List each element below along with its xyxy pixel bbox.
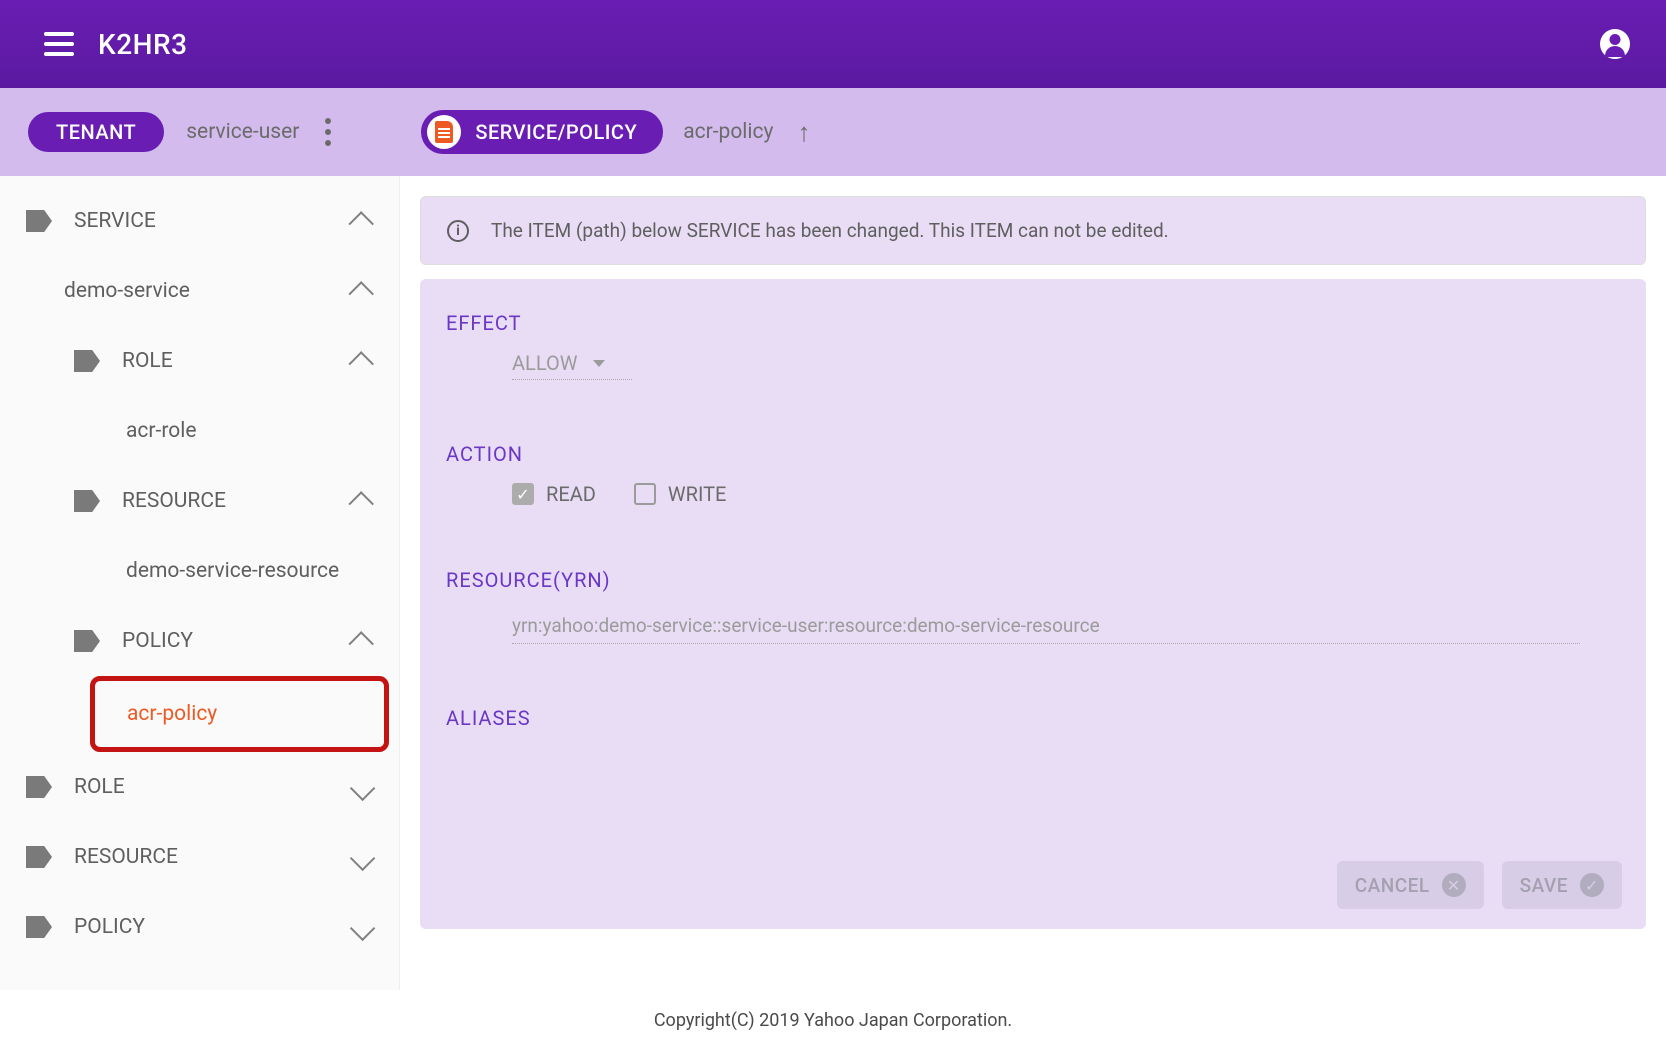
breadcrumb-chip-label: SERVICE/POLICY	[475, 120, 637, 144]
label-icon	[26, 916, 52, 938]
checkbox-icon: ✓	[512, 483, 534, 505]
sidebar-item-role[interactable]: ROLE	[0, 752, 399, 822]
checkbox-read[interactable]: ✓ READ	[512, 482, 596, 506]
cancel-button[interactable]: CANCEL ✕	[1337, 861, 1484, 909]
tenant-name: service-user	[186, 120, 299, 144]
label-icon	[74, 490, 100, 512]
form-panel: EFFECT ALLOW ACTION ✓ READ WRITE	[420, 279, 1646, 929]
menu-icon[interactable]	[44, 32, 74, 56]
sidebar-item-acr-role[interactable]: acr-role	[0, 396, 399, 466]
label-icon	[74, 350, 100, 372]
sidebar-item-acr-policy[interactable]: acr-policy	[90, 676, 389, 752]
breadcrumb-chip[interactable]: SERVICE/POLICY	[421, 110, 663, 154]
info-icon: i	[447, 220, 469, 242]
close-icon: ✕	[1442, 873, 1466, 897]
checkbox-icon	[634, 483, 656, 505]
sidebar-item-demo-service[interactable]: demo-service	[0, 256, 399, 326]
effect-select[interactable]: ALLOW	[512, 351, 632, 380]
sidebar-item-role-sub[interactable]: ROLE	[0, 326, 399, 396]
save-button[interactable]: SAVE ✓	[1502, 861, 1622, 909]
sidebar-item-policy-sub[interactable]: POLICY	[0, 606, 399, 676]
sidebar-item-service[interactable]: SERVICE	[0, 186, 399, 256]
dropdown-icon	[593, 360, 605, 367]
sidebar-item-demo-resource[interactable]: demo-service-resource	[0, 536, 399, 606]
resource-label: RESOURCE(YRN)	[446, 568, 1620, 592]
aliases-label: ALIASES	[446, 706, 1620, 730]
label-icon	[26, 210, 52, 232]
check-icon: ✓	[1580, 873, 1604, 897]
effect-label: EFFECT	[446, 311, 1620, 335]
label-icon	[26, 846, 52, 868]
subbar: TENANT service-user SERVICE/POLICY acr-p…	[0, 88, 1666, 176]
checkbox-write[interactable]: WRITE	[634, 482, 727, 506]
tenant-chip[interactable]: TENANT	[28, 112, 164, 152]
more-icon[interactable]	[325, 118, 331, 146]
resource-value: yrn:yahoo:demo-service::service-user:res…	[512, 608, 1580, 644]
footer: Copyright(C) 2019 Yahoo Japan Corporatio…	[0, 990, 1666, 1050]
label-icon	[74, 630, 100, 652]
breadcrumb-name: acr-policy	[683, 120, 773, 144]
action-label: ACTION	[446, 442, 1620, 466]
info-banner: i The ITEM (path) below SERVICE has been…	[420, 196, 1646, 265]
sidebar-item-policy[interactable]: POLICY	[0, 892, 399, 962]
up-arrow-icon[interactable]: ↑	[797, 117, 810, 148]
account-icon[interactable]	[1600, 29, 1630, 59]
sidebar: SERVICE demo-service ROLE acr-role RESOU…	[0, 176, 400, 990]
info-text: The ITEM (path) below SERVICE has been c…	[491, 219, 1169, 242]
topbar: K2HR3	[0, 0, 1666, 88]
app-title: K2HR3	[98, 28, 188, 61]
sidebar-item-resource[interactable]: RESOURCE	[0, 822, 399, 892]
content: i The ITEM (path) below SERVICE has been…	[400, 176, 1666, 990]
label-icon	[26, 776, 52, 798]
document-icon	[427, 115, 461, 149]
sidebar-item-resource-sub[interactable]: RESOURCE	[0, 466, 399, 536]
